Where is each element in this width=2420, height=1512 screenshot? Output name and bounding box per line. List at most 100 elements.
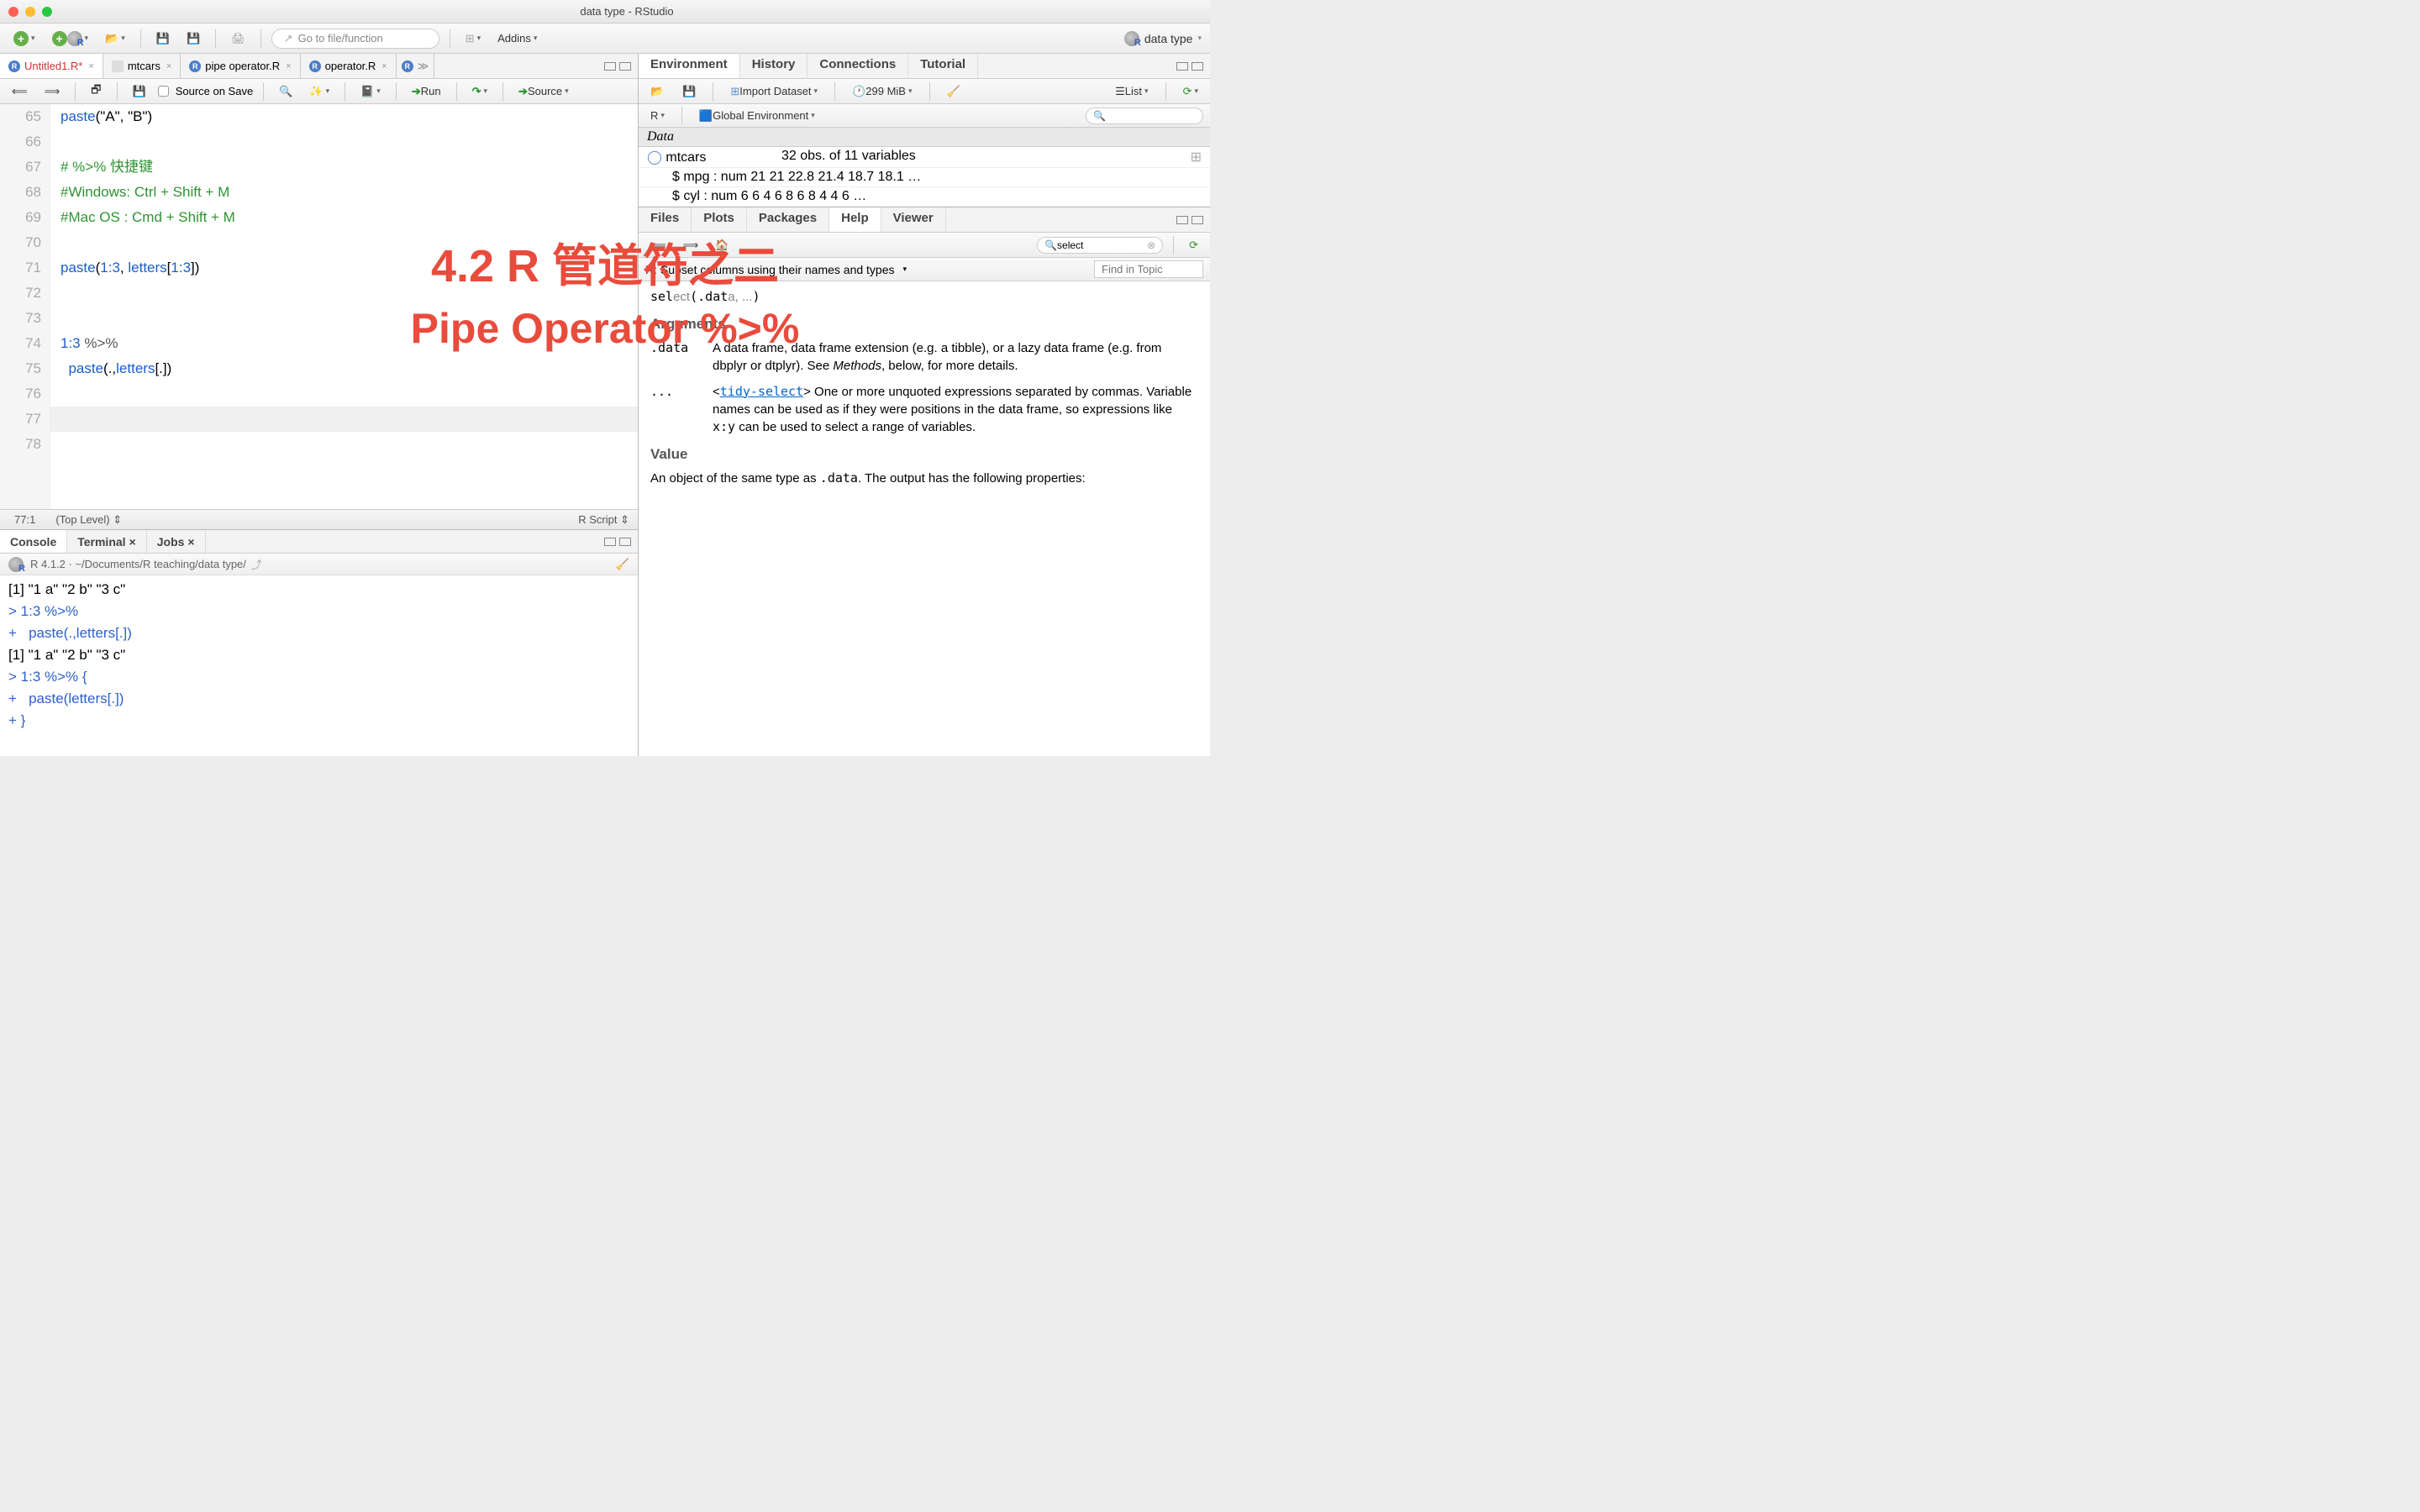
view-data-icon[interactable]: ⊞ — [1191, 149, 1202, 165]
titlebar: data type - RStudio — [0, 0, 1210, 24]
find-button[interactable]: 🔍 — [274, 83, 297, 100]
editor-tab-more[interactable]: R≫ — [397, 54, 435, 78]
project-selector[interactable]: data type ▾ — [1124, 31, 1202, 46]
help-value-text: An object of the same type as .data. The… — [650, 470, 1198, 487]
close-tab-icon[interactable]: × — [381, 61, 387, 71]
close-window-icon[interactable] — [8, 7, 18, 17]
notebook-button[interactable]: 📓 — [355, 83, 386, 100]
grid-view-button[interactable]: ⊞ — [460, 30, 486, 47]
import-dataset-button[interactable]: ⊞ Import Dataset — [725, 83, 823, 100]
console-output[interactable]: [1] "1 a" "2 b" "3 c"> 1:3 %>%+ paste(.,… — [0, 575, 638, 756]
terminal-tab[interactable]: Terminal× — [67, 530, 147, 553]
pane-controls[interactable] — [597, 54, 638, 78]
memory-indicator[interactable]: 🕐 299 MiB — [847, 83, 917, 100]
maximize-window-icon[interactable] — [42, 7, 52, 17]
help-back-button[interactable]: ⟸ — [645, 237, 671, 254]
help-home-button[interactable]: 🏠 — [710, 237, 734, 254]
help-value-heading: Value — [650, 444, 1198, 465]
open-file-button[interactable]: 📂 — [100, 30, 130, 47]
show-in-new-window-button[interactable]: 🗗 — [86, 81, 106, 102]
editor-tabs: RUntitled1.R*× mtcars× Rpipe operator.R×… — [0, 54, 638, 79]
console-tabs: Console Terminal× Jobs× — [0, 530, 638, 554]
environment-scope[interactable]: 🟦 Global Environment — [694, 108, 820, 124]
print-button[interactable]: 🖨 — [226, 30, 250, 47]
load-workspace-button[interactable]: 📂 — [645, 83, 669, 100]
viewer-tab[interactable]: Viewer — [881, 207, 946, 232]
addins-button[interactable]: Addins — [492, 30, 542, 46]
popout-icon[interactable]: ⤴ — [251, 556, 262, 572]
help-refresh-button[interactable]: ⟳ — [1184, 237, 1203, 254]
editor-tab-operator[interactable]: Roperator.R× — [301, 54, 397, 78]
environment-tab[interactable]: Environment — [639, 54, 740, 78]
editor-tab-mtcars[interactable]: mtcars× — [103, 54, 181, 78]
connections-tab[interactable]: Connections — [808, 54, 908, 78]
source-on-save-label: Source on Save — [176, 85, 254, 97]
help-forward-button[interactable]: ⟹ — [678, 237, 704, 254]
close-tab-icon[interactable]: × — [88, 61, 93, 71]
help-toolbar: ⟸ ⟹ 🏠 🔍 select⊗ ⟳ — [639, 233, 1210, 258]
editor-tab-untitled[interactable]: RUntitled1.R*× — [0, 54, 103, 78]
back-button[interactable]: ⟸ — [7, 83, 33, 100]
goto-file-input[interactable]: ↗Go to file/function — [271, 29, 439, 49]
env-search-input[interactable]: 🔍 — [1086, 108, 1203, 124]
r-logo-icon — [67, 31, 82, 46]
plots-tab[interactable]: Plots — [692, 207, 747, 232]
view-mode-button[interactable]: ☰ List — [1110, 83, 1153, 100]
find-in-topic-input[interactable] — [1094, 260, 1203, 278]
refresh-button[interactable]: ⟳ — [1178, 83, 1203, 100]
help-arg-data: .data A data frame, data frame extension… — [650, 339, 1198, 375]
source-button[interactable]: ➔Source — [513, 83, 574, 100]
help-topic-bar: R: Subset columns using their names and … — [639, 258, 1210, 281]
clear-env-icon[interactable]: 🧹 — [942, 83, 965, 100]
run-button[interactable]: ➔Run — [407, 83, 446, 100]
pane-controls[interactable] — [597, 530, 638, 553]
env-item-mtcars[interactable]: ◯ mtcars 32 obs. of 11 variables ⊞ — [639, 147, 1210, 168]
console-tab[interactable]: Console — [0, 530, 67, 553]
project-icon — [1124, 31, 1139, 46]
history-tab[interactable]: History — [740, 54, 808, 78]
file-type-selector[interactable]: R Script ⇕ — [578, 513, 629, 527]
rerun-button[interactable]: ↷ — [467, 83, 492, 100]
save-workspace-button[interactable]: 💾 — [677, 83, 701, 100]
env-item-expand: $ cyl : num 6 6 4 6 8 6 8 4 4 6 … — [639, 187, 1210, 207]
new-file-button[interactable]: + — [8, 29, 40, 48]
editor-tab-pipe[interactable]: Rpipe operator.R× — [181, 54, 300, 78]
help-search-input[interactable]: 🔍 select⊗ — [1037, 237, 1163, 254]
code-editor[interactable]: 6566676869707172737475767778 paste("A", … — [0, 104, 638, 509]
tidy-select-link[interactable]: tidy-select — [720, 384, 803, 399]
save-button[interactable]: 💾 — [128, 83, 151, 100]
save-all-button[interactable]: 💾 — [182, 30, 205, 47]
files-tab[interactable]: Files — [639, 207, 692, 232]
pane-controls[interactable] — [1170, 54, 1210, 78]
r-logo-icon — [8, 557, 24, 572]
cursor-position: 77:1 — [8, 512, 41, 527]
new-project-button[interactable]: + — [47, 29, 94, 48]
packages-tab[interactable]: Packages — [747, 207, 829, 232]
wand-button[interactable]: ✨ — [304, 83, 334, 100]
source-toolbar: ⟸ ⟹ 🗗 💾 Source on Save 🔍 ✨ 📓 ➔Run ↷ ➔Sou… — [0, 79, 638, 104]
help-topic-title[interactable]: R: Subset columns using their names and … — [645, 263, 895, 276]
project-name: data type — [1144, 32, 1193, 45]
language-selector[interactable]: R — [645, 108, 670, 123]
env-scope-toolbar: R 🟦 Global Environment 🔍 — [639, 104, 1210, 128]
help-arg-dots: ... <tidy-select> One or more unquoted e… — [650, 383, 1198, 436]
close-tab-icon[interactable]: × — [286, 61, 291, 71]
jobs-tab[interactable]: Jobs× — [147, 530, 206, 553]
clear-console-icon[interactable]: 🧹 — [616, 558, 629, 571]
editor-statusbar: 77:1 (Top Level) ⇕ R Script ⇕ — [0, 509, 638, 529]
help-tab[interactable]: Help — [829, 207, 881, 232]
help-tabs: Files Plots Packages Help Viewer — [639, 207, 1210, 233]
forward-button[interactable]: ⟹ — [39, 83, 66, 100]
console-header: R 4.1.2 · ~/Documents/R teaching/data ty… — [0, 554, 638, 575]
close-tab-icon[interactable]: × — [166, 61, 171, 71]
source-on-save-checkbox[interactable] — [158, 86, 169, 97]
save-button[interactable]: 💾 — [151, 30, 175, 47]
tutorial-tab[interactable]: Tutorial — [908, 54, 978, 78]
minimize-window-icon[interactable] — [25, 7, 35, 17]
scope-selector[interactable]: (Top Level) ⇕ — [50, 512, 128, 528]
help-usage: select(.data, ...) — [650, 288, 1198, 306]
env-toolbar: 📂 💾 ⊞ Import Dataset 🕐 299 MiB 🧹 ☰ List … — [639, 79, 1210, 104]
env-data: Data ◯ mtcars 32 obs. of 11 variables ⊞ … — [639, 128, 1210, 207]
env-section-data: Data — [639, 128, 1210, 147]
pane-controls[interactable] — [1170, 207, 1210, 232]
